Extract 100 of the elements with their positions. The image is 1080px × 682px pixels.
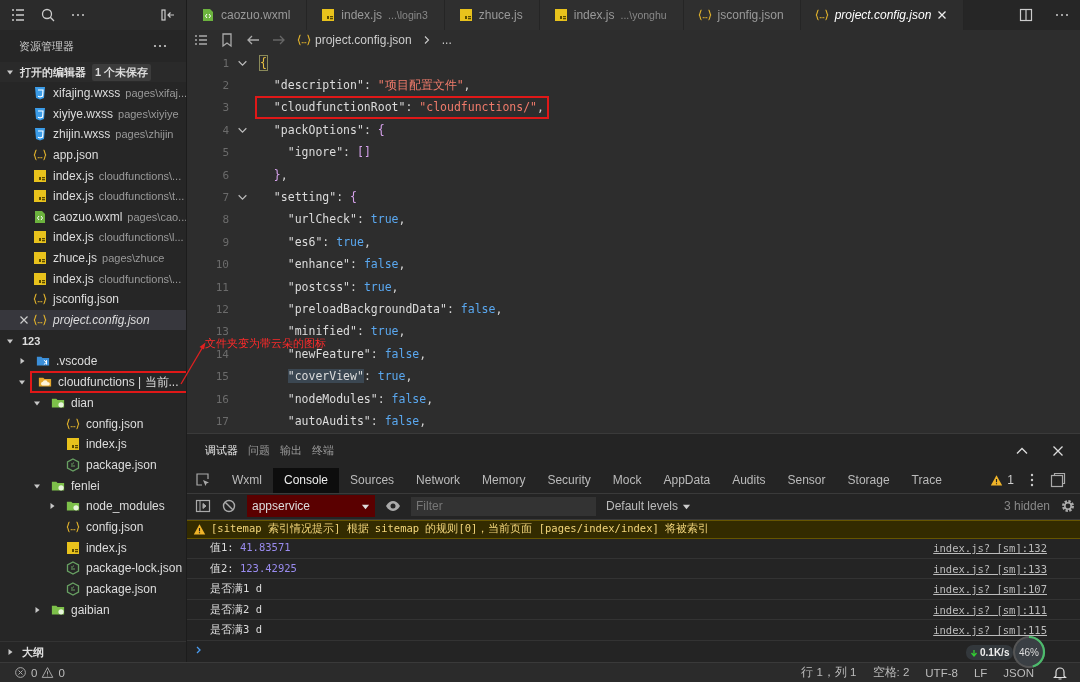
code-line: "nodeModules": false,	[286, 392, 435, 406]
open-editor-item[interactable]: jsconfig.json	[0, 288, 186, 310]
source-link[interactable]: index.js? [sm]:107	[933, 583, 1047, 596]
language-mode[interactable]: JSON	[1003, 666, 1034, 679]
clear-console-icon[interactable]	[221, 498, 237, 515]
editor-tab[interactable]: jsconfig.json	[683, 0, 801, 30]
collapse-sidebar-icon[interactable]	[160, 7, 176, 23]
js-file-icon	[458, 8, 473, 22]
cursor-position[interactable]: 行 1，列 1	[801, 665, 857, 680]
list-icon[interactable]	[193, 32, 209, 48]
source-link[interactable]: index.js? [sm]:133	[933, 562, 1047, 575]
section-title[interactable]: 大纲	[22, 644, 44, 660]
caret-right-icon[interactable]	[6, 648, 14, 657]
open-editor-item[interactable]: index.js cloudfunctions\...	[0, 268, 186, 289]
caret-down-icon[interactable]	[18, 378, 26, 387]
error-icon[interactable]	[14, 666, 27, 679]
console-message: 是否满3 d	[210, 622, 262, 637]
source-link[interactable]: index.js? [sm]:132	[933, 542, 1047, 555]
file-path: cloudfunctions\...	[98, 272, 182, 285]
devtools-tab[interactable]: Trace	[900, 467, 953, 493]
devtools-tab[interactable]: Wxml	[221, 467, 273, 493]
tree-item[interactable]: package-lock.json	[60, 559, 185, 578]
tree-item[interactable]: index.js	[60, 538, 129, 557]
bell-icon[interactable]	[1052, 664, 1068, 681]
tree-item[interactable]: gaibian	[45, 600, 112, 619]
devtools-tab[interactable]: Sensor	[776, 467, 837, 493]
caret-right-icon[interactable]	[18, 357, 26, 366]
tree-item[interactable]: fenlei	[45, 476, 102, 495]
open-editor-item[interactable]: project.config.json	[0, 309, 186, 331]
tree-item[interactable]: cloudfunctions | 当前...	[30, 371, 186, 394]
devtools-tab[interactable]: Console	[273, 467, 340, 493]
bookmark-icon[interactable]	[219, 32, 235, 48]
prompt-icon[interactable]	[195, 644, 203, 655]
tree-item[interactable]: package.json	[60, 580, 159, 599]
panel-tab[interactable]: 调试器	[205, 439, 238, 463]
dock-icon[interactable]	[1050, 472, 1066, 489]
warning-count[interactable]: 1	[1007, 473, 1014, 488]
editor-tab[interactable]: zhuce.js	[444, 0, 540, 30]
devtools-tab[interactable]: Audits	[721, 467, 777, 493]
panel-tab[interactable]: 输出	[280, 439, 302, 463]
open-editor-item[interactable]: index.js cloudfunctions\l...	[0, 227, 186, 248]
devtools-tab[interactable]: Sources	[339, 467, 406, 493]
panel-tab[interactable]: 终端	[312, 439, 334, 463]
tree-item[interactable]: .vscode	[30, 352, 100, 371]
sidebar-toggle-icon[interactable]	[195, 498, 211, 515]
devtools-tab[interactable]: Memory	[471, 467, 537, 493]
editor-tab[interactable]: index.js ...\login3	[307, 0, 445, 30]
devtools-tab[interactable]: AppData	[652, 467, 722, 493]
inspect-icon[interactable]	[195, 472, 211, 489]
split-editor-icon[interactable]	[1018, 7, 1034, 23]
close-icon[interactable]	[19, 314, 29, 325]
panel-tab[interactable]: 问题	[248, 439, 270, 463]
devtools-tab[interactable]: Security	[536, 467, 602, 493]
tree-item[interactable]: package.json	[60, 455, 159, 474]
tree-item[interactable]: node_modules	[60, 497, 167, 516]
tree-item[interactable]: config.json	[60, 517, 146, 536]
open-editor-item[interactable]: caozuo.wxml pages\cao...	[0, 206, 186, 228]
open-editor-item[interactable]: index.js cloudfunctions\t...	[0, 185, 186, 207]
caret-right-icon[interactable]	[33, 605, 41, 614]
code-line: "newFeature": false,	[287, 347, 428, 361]
open-editor-item[interactable]: xiyiye.wxss pages\xiyiye	[0, 103, 186, 125]
tree-item[interactable]: index.js	[60, 435, 129, 454]
encoding[interactable]: UTF-8	[925, 666, 958, 679]
tree-item[interactable]: dian	[45, 393, 96, 412]
caret-right-icon[interactable]	[48, 502, 56, 511]
open-editor-item[interactable]: xifajing.wxss pages\xifaj...	[0, 83, 186, 104]
devtools-tab[interactable]: Storage	[836, 467, 901, 493]
source-link[interactable]: index.js? [sm]:111	[933, 603, 1047, 616]
open-editor-item[interactable]: zhijin.wxss pages\zhijin	[0, 124, 186, 145]
open-editor-item[interactable]: index.js cloudfunctions\...	[0, 165, 186, 186]
warning-outline-icon[interactable]	[41, 666, 55, 679]
menu-icon[interactable]	[10, 7, 26, 23]
settings-icon[interactable]	[1060, 498, 1076, 515]
open-editor-item[interactable]: zhuce.js pages\zhuce	[0, 247, 186, 269]
context-select[interactable]: appservice	[247, 495, 375, 518]
filter-field[interactable]: Filter	[411, 496, 596, 516]
editor-tab[interactable]: index.js ...\yonghu	[539, 0, 684, 30]
devtools-tab[interactable]: Mock	[601, 467, 653, 493]
editor-tab[interactable]: project.config.json	[800, 0, 965, 30]
project-title[interactable]: 123	[22, 334, 41, 347]
tree-item[interactable]: config.json	[60, 414, 146, 433]
levels-dropdown[interactable]: Default levels	[606, 499, 692, 514]
braces-icon	[697, 8, 712, 22]
indentation[interactable]: 空格: 2	[872, 665, 910, 680]
editor-tab[interactable]: caozuo.wxml	[187, 0, 308, 30]
search-icon[interactable]	[40, 7, 56, 23]
breadcrumb-item[interactable]: ...	[441, 33, 452, 47]
devtools-tab[interactable]: Network	[405, 467, 472, 493]
caret-down-icon[interactable]	[6, 68, 14, 76]
file-path: pages\xifaj...	[125, 87, 186, 100]
section-title[interactable]: 打开的编辑器	[20, 64, 86, 80]
line-ending[interactable]: LF	[973, 666, 988, 679]
error-count[interactable]: 0	[31, 666, 38, 679]
warning-count[interactable]: 0	[58, 666, 65, 679]
sidebar-title: 资源管理器	[19, 38, 74, 54]
source-link[interactable]: index.js? [sm]:115	[933, 623, 1047, 636]
open-editor-item[interactable]: app.json	[0, 144, 186, 166]
breadcrumb-item[interactable]: project.config.json	[315, 33, 412, 47]
code-line: {	[259, 56, 268, 70]
unsaved-badge: 1 个未保存	[92, 63, 152, 81]
